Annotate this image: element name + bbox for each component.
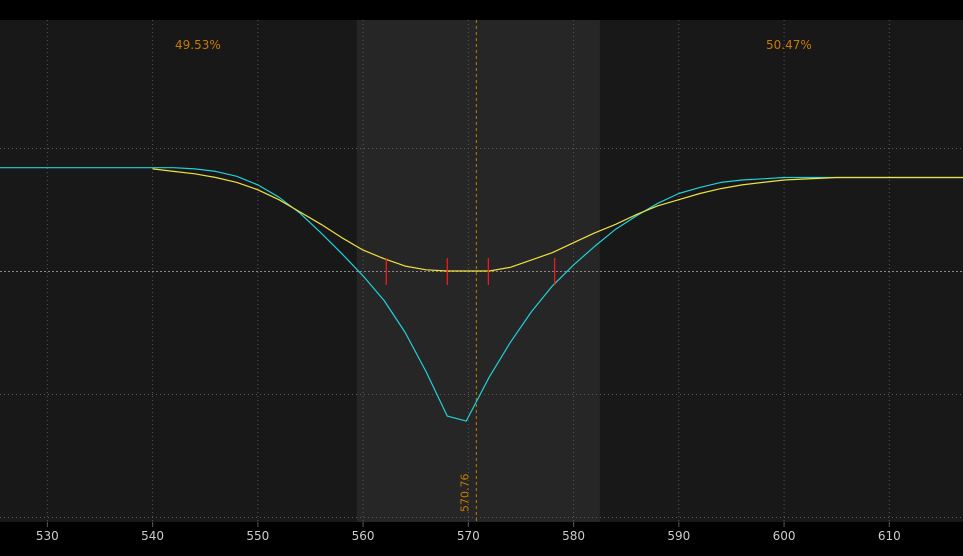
x-tick-label: 540 bbox=[141, 529, 164, 543]
x-tick-label: 530 bbox=[36, 529, 59, 543]
marker-label: 570.76 bbox=[458, 474, 471, 513]
top-bar bbox=[0, 0, 963, 20]
x-tick-label: 580 bbox=[562, 529, 585, 543]
chart-container: 49.53% 50.47% 570.76 530 540 550 560 570 580 5… bbox=[0, 0, 963, 552]
x-tick-label: 590 bbox=[667, 529, 690, 543]
x-tick-label: 610 bbox=[878, 529, 901, 543]
x-tick-label: 600 bbox=[773, 529, 796, 543]
x-tick-label: 550 bbox=[246, 529, 269, 543]
annotation-right-percent: 50.47% bbox=[766, 38, 812, 52]
annotation-left-percent: 49.53% bbox=[175, 38, 221, 52]
chart-svg: 49.53% 50.47% 570.76 530 540 550 560 570 580 5… bbox=[0, 0, 963, 552]
x-tick-label: 560 bbox=[352, 529, 375, 543]
x-tick-label: 570 bbox=[457, 529, 480, 543]
